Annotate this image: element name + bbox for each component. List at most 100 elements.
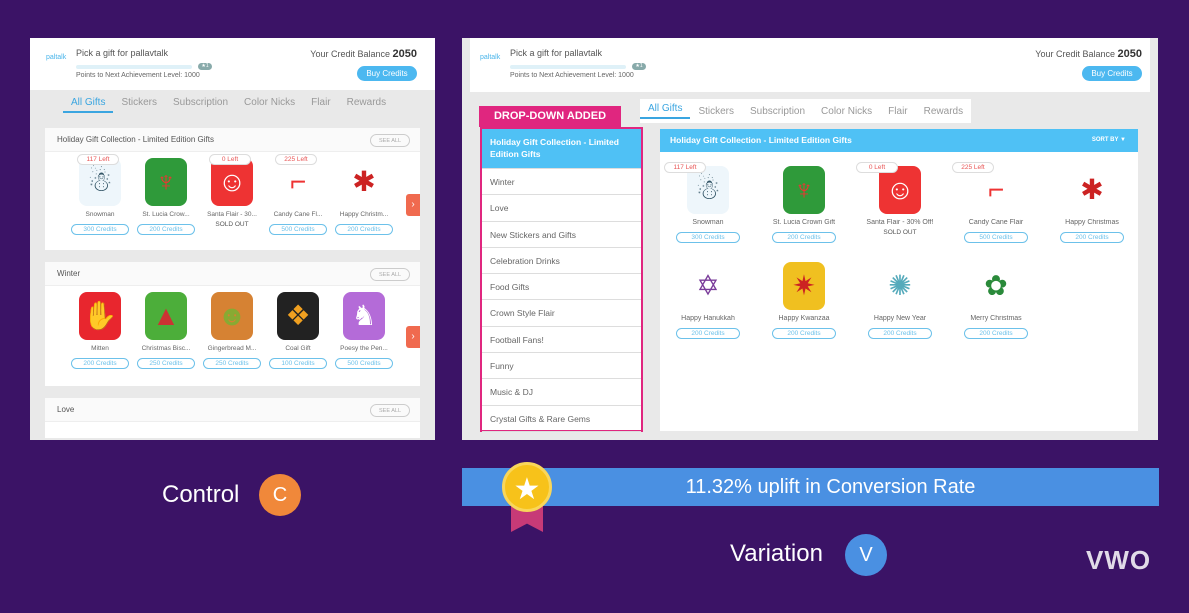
candle-wreath-icon: ♆ — [145, 158, 187, 206]
credits-button[interactable]: 500 Credits — [964, 232, 1028, 243]
gift-section: Holiday Gift Collection - Limited Editio… — [45, 128, 420, 250]
dropdown-item[interactable]: Crown Style Flair — [482, 300, 641, 327]
pick-gift-text: Pick a gift for pallavtalk — [510, 48, 603, 58]
gift-name: Mitten — [91, 345, 109, 352]
gift-item[interactable]: 0 Left ☺ Santa Flair - 30... SOLD OUT — [199, 154, 265, 236]
credits-button[interactable]: 200 Credits — [1060, 232, 1124, 243]
gift-item[interactable]: ✡ Happy Hanukkah 200 Credits — [660, 262, 756, 358]
stock-left-badge: 225 Left — [952, 162, 994, 173]
tab-all-gifts[interactable]: All Gifts — [63, 97, 114, 113]
gift-item[interactable]: 117 Left ☃ Snowman 300 Credits — [660, 162, 756, 262]
tab-stickers[interactable]: Stickers — [690, 106, 742, 117]
new-year-sticker-icon: ✺ — [879, 262, 921, 310]
credits-button[interactable]: 200 Credits — [964, 328, 1028, 339]
balance-label: Your Credit Balance — [1035, 49, 1115, 59]
vwo-logo: VWO — [1086, 545, 1152, 575]
dropdown-item[interactable]: Funny — [482, 353, 641, 380]
category-dropdown[interactable]: Holiday Gift Collection - Limited Editio… — [480, 127, 643, 432]
dropdown-item[interactable]: Football Fans! — [482, 327, 641, 354]
gift-item[interactable]: 117 Left ☃ Snowman 300 Credits — [67, 154, 133, 236]
points-text: Points to Next Achievement Level: 1000 — [76, 72, 200, 79]
gift-item[interactable]: ✺ Happy New Year 200 Credits — [852, 262, 948, 358]
tab-subscription[interactable]: Subscription — [742, 106, 813, 117]
credits-button[interactable]: 500 Credits — [335, 358, 393, 369]
credits-button[interactable]: 200 Credits — [772, 232, 836, 243]
buy-credits-button[interactable]: Buy Credits — [357, 66, 417, 81]
gift-item[interactable]: ✱ Happy Christm... 200 Credits — [331, 158, 397, 236]
gift-item[interactable]: ♆ St. Lucia Crown Gift 200 Credits — [756, 166, 852, 262]
dropdown-item[interactable]: Holiday Gift Collection - Limited Editio… — [482, 129, 641, 169]
variation-badge: V — [845, 534, 887, 576]
mitten-icon: ✋ — [79, 292, 121, 340]
dropdown-item[interactable]: New Stickers and Gifts — [482, 222, 641, 248]
see-all-button[interactable]: SEE ALL — [370, 404, 410, 417]
gift-grid: 117 Left ☃ Snowman 300 Credits ♆ St. Lucia Cr… — [660, 152, 1138, 431]
credits-button[interactable]: 200 Credits — [868, 328, 932, 339]
gift-item[interactable]: ☻ Gingerbread M... 250 Credits — [199, 292, 265, 370]
credits-button[interactable]: 250 Credits — [137, 358, 195, 369]
tab-color-nicks[interactable]: Color Nicks — [813, 106, 880, 117]
gift-item[interactable]: 0 Left ☺ Santa Flair - 30% Off! SOLD OUT — [852, 162, 948, 262]
santa-icon: ☺ — [211, 158, 253, 206]
gift-item[interactable]: ♞ Poesy the Pen... 500 Credits — [331, 292, 397, 370]
gift-box-icon: ❖ — [277, 292, 319, 340]
credits-button[interactable]: 100 Credits — [269, 358, 327, 369]
gift-name: Happy Christmas — [1065, 219, 1119, 226]
next-arrow-button[interactable]: › — [406, 194, 420, 216]
credits-button[interactable]: 200 Credits — [676, 328, 740, 339]
gift-item[interactable]: ✿ Merry Christmas 200 Credits — [948, 262, 1044, 358]
next-arrow-button[interactable]: › — [406, 326, 420, 348]
credits-button[interactable]: 300 Credits — [71, 224, 129, 235]
gift-name: Happy Kwanzaa — [778, 315, 830, 322]
dropdown-item[interactable]: Music & DJ — [482, 379, 641, 406]
stock-left-badge: 225 Left — [275, 154, 317, 165]
gift-name: Happy Hanukkah — [681, 315, 735, 322]
tab-color-nicks[interactable]: Color Nicks — [236, 97, 303, 113]
tab-flair[interactable]: Flair — [303, 97, 338, 113]
section-title: Holiday Gift Collection - Limited Editio… — [670, 135, 852, 145]
dropdown-item[interactable]: Winter — [482, 169, 641, 196]
gift-name: Santa Flair - 30... — [207, 211, 257, 218]
credits-button[interactable]: 200 Credits — [137, 224, 195, 235]
gift-item[interactable]: ♆ St. Lucia Crow... 200 Credits — [133, 158, 199, 236]
control-screenshot: paltalk Pick a gift for pallavtalk ★1 Po… — [30, 38, 435, 440]
section-title: Holiday Gift Collection - Limited Editio… — [57, 135, 214, 144]
section-header: Winter SEE ALL — [45, 262, 420, 286]
gift-item[interactable]: ▲ Christmas Bisc... 250 Credits — [133, 292, 199, 370]
gift-item[interactable]: 225 Left ⌐ Candy Cane Flair 500 Credits — [948, 162, 1044, 262]
tab-flair[interactable]: Flair — [880, 106, 915, 117]
buy-credits-button[interactable]: Buy Credits — [1082, 66, 1142, 81]
see-all-button[interactable]: SEE ALL — [370, 134, 410, 147]
credits-button[interactable]: 200 Credits — [772, 328, 836, 339]
gift-item[interactable]: ✋ Mitten 200 Credits — [67, 292, 133, 370]
gift-item[interactable]: ✱ Happy Christmas 200 Credits — [1044, 166, 1140, 262]
snowman-icon: ☃ — [687, 166, 729, 214]
dropdown-added-label: DROP-DOWN ADDED — [479, 106, 621, 127]
gift-item[interactable]: ✷ Happy Kwanzaa 200 Credits — [756, 262, 852, 358]
gift-name: Happy New Year — [873, 315, 927, 322]
section-title: Winter — [57, 269, 81, 278]
credits-button[interactable]: 200 Credits — [335, 224, 393, 235]
tab-rewards[interactable]: Rewards — [339, 97, 394, 113]
credits-button[interactable]: 500 Credits — [269, 224, 327, 235]
dropdown-item[interactable]: Crystal Gifts & Rare Gems — [482, 406, 641, 432]
dropdown-item[interactable]: Love — [482, 195, 641, 222]
tab-stickers[interactable]: Stickers — [113, 97, 165, 113]
tab-subscription[interactable]: Subscription — [165, 97, 236, 113]
dropdown-item[interactable]: Celebration Drinks — [482, 248, 641, 275]
sort-by-dropdown[interactable]: SORT BY ▼ — [1092, 129, 1126, 152]
tab-all-gifts[interactable]: All Gifts — [640, 103, 691, 119]
credits-button[interactable]: 300 Credits — [676, 232, 740, 243]
credits-button[interactable]: 200 Credits — [71, 358, 129, 369]
tabs: All Gifts Stickers Subscription Color Nicks… — [63, 97, 394, 113]
gift-section: Winter SEE ALL ✋ Mitten 200 Credits ▲ Christma… — [45, 262, 420, 386]
achievement-progress-bar — [510, 65, 626, 69]
snowman-icon: ☃ — [79, 158, 121, 206]
tab-rewards[interactable]: Rewards — [916, 106, 971, 117]
paltalk-logo: paltalk — [46, 54, 67, 61]
see-all-button[interactable]: SEE ALL — [370, 268, 410, 281]
dropdown-item[interactable]: Food Gifts — [482, 274, 641, 301]
credits-button[interactable]: 250 Credits — [203, 358, 261, 369]
gift-item[interactable]: ❖ Coal Gift 100 Credits — [265, 292, 331, 370]
gift-item[interactable]: 225 Left ⌐ Candy Cane Fl... 500 Credits — [265, 154, 331, 236]
